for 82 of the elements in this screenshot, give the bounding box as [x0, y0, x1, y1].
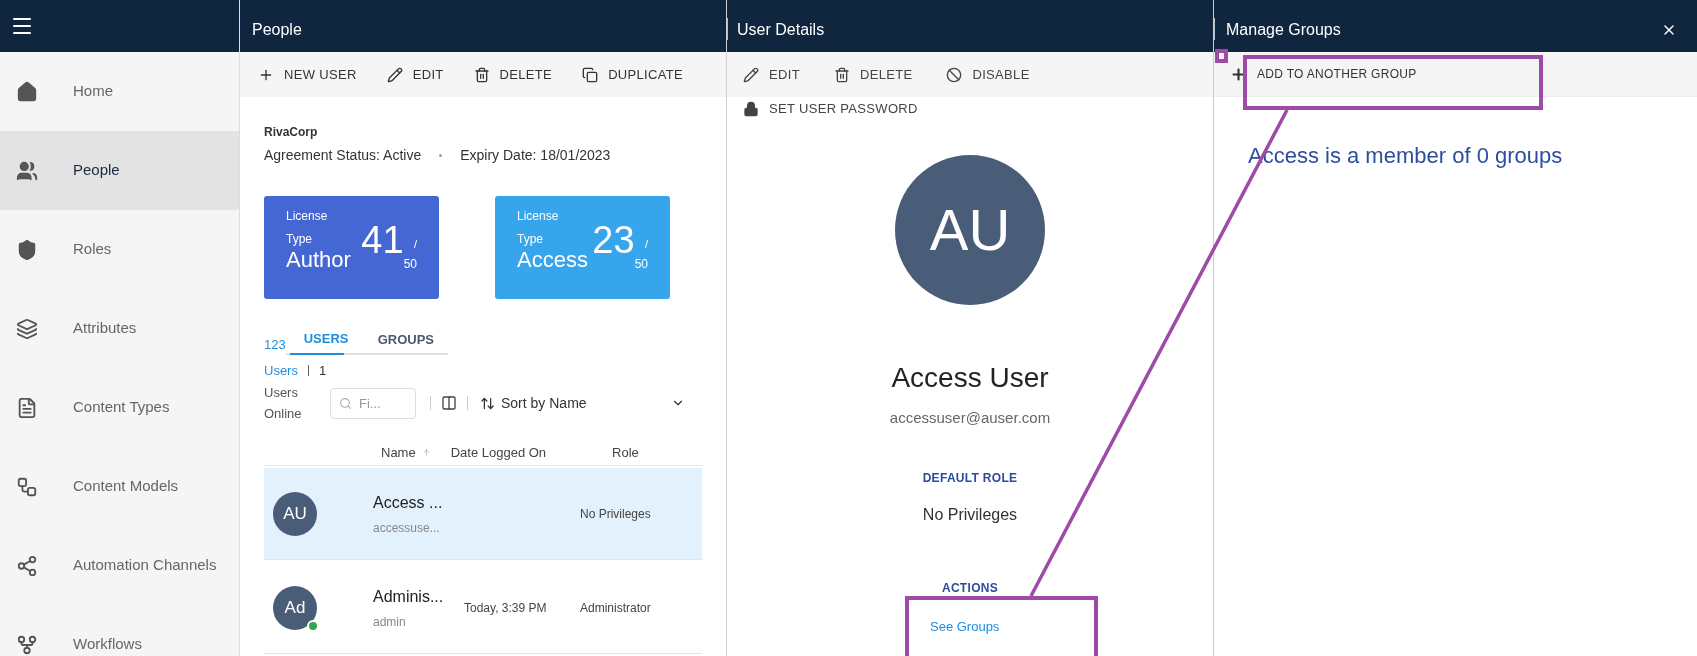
user-count: 123 — [264, 336, 286, 354]
default-role: No Privileges — [922, 505, 1018, 525]
pencil-icon — [386, 66, 403, 83]
action-link[interactable]: See Groups — [930, 617, 1000, 637]
toolbar-button[interactable]: DELETE — [833, 64, 913, 85]
toolbar-button[interactable]: EDIT — [743, 64, 800, 85]
license-count: 23 — [592, 220, 635, 260]
user-name: Access ... — [373, 492, 444, 513]
sort-icon — [480, 395, 495, 411]
tab[interactable]: GROUPS — [363, 329, 448, 355]
shield-check-icon — [16, 238, 38, 261]
panel-title: Manage Groups — [1226, 20, 1341, 40]
organization-name: RivaCorp — [264, 124, 319, 141]
online-count: 1 — [318, 361, 327, 380]
user-avatar: Ad — [273, 585, 317, 630]
user-email: accessuser@auser.com — [889, 407, 1051, 428]
column-header[interactable]: Role — [612, 442, 639, 463]
expiry-date: Expiry Date: 18/01/2023 — [460, 146, 611, 165]
license-label: Type — [517, 231, 544, 247]
license-total: 50 — [403, 256, 417, 272]
nodes-icon — [16, 475, 38, 498]
sidebar-item[interactable]: Home — [0, 52, 239, 131]
trash-icon — [473, 66, 490, 83]
layers-icon — [16, 317, 38, 340]
user-name: Access User — [891, 360, 1049, 395]
search-icon — [339, 396, 352, 410]
section-label: ACTIONS — [941, 580, 999, 597]
copy-icon — [582, 66, 599, 83]
column-header[interactable]: Name — [381, 442, 416, 463]
people-icon — [16, 159, 38, 182]
add-group-button[interactable]: ADD TO ANOTHER GROUP — [1230, 65, 1417, 83]
toolbar-button[interactable]: DUPLICATE — [582, 64, 684, 85]
toolbar-button[interactable]: DELETE — [473, 64, 553, 85]
license-type: Access — [517, 247, 588, 273]
license-label: License — [286, 208, 329, 224]
trash-icon — [833, 66, 850, 83]
ban-icon — [946, 66, 963, 83]
user-email: accessuse... — [373, 519, 441, 537]
pencil-icon — [743, 66, 759, 83]
license-separator: / — [413, 238, 417, 250]
sidebar-item[interactable]: Attributes — [0, 289, 239, 368]
sidebar-item[interactable]: Content Models — [0, 447, 239, 526]
license-label: License — [517, 208, 560, 224]
user-avatar: AU — [895, 154, 1045, 305]
columns-icon[interactable] — [441, 395, 457, 411]
panel-title: User Details — [737, 20, 825, 40]
document-icon — [16, 396, 38, 419]
toolbar-button[interactable]: EDIT — [386, 64, 444, 85]
column-header[interactable]: Date Logged On — [450, 442, 547, 463]
filter-field[interactable]: Fi... — [330, 387, 416, 419]
set-password-button[interactable]: SET USER PASSWORD — [743, 99, 918, 119]
license-total: 50 — [634, 256, 648, 272]
user-avatar: AU — [273, 491, 317, 536]
section-label: DEFAULT ROLE — [922, 470, 1018, 487]
license-count: 41 — [361, 220, 404, 260]
user-role: Administrator — [580, 599, 651, 617]
license-label: Type — [286, 231, 313, 247]
user-email: admin — [373, 613, 407, 631]
panel-title: People — [252, 20, 302, 40]
online-label: Users Online — [264, 384, 303, 423]
license-type: Author — [286, 247, 351, 273]
toolbar-button[interactable]: DISABLE — [946, 64, 1030, 85]
sidebar-item[interactable]: Roles — [0, 210, 239, 289]
home-icon — [16, 80, 38, 103]
sort-dropdown[interactable]: Sort by Name — [480, 392, 685, 414]
user-role: No Privileges — [580, 505, 651, 523]
agreement-status: Agreement Status: Active — [264, 146, 422, 165]
toolbar-button[interactable]: NEW USER — [258, 64, 357, 85]
sidebar-item[interactable]: Automation Channels — [0, 526, 239, 605]
user-name: Adminis... — [373, 586, 445, 607]
sidebar-item[interactable]: Workflows — [0, 605, 239, 656]
users-label: Users — [264, 361, 298, 380]
user-row[interactable]: AU Access ... accessuse... No Privileges — [264, 468, 702, 560]
lock-icon — [743, 100, 759, 117]
license-separator: / — [644, 238, 648, 250]
network-icon — [16, 554, 38, 577]
fork-icon — [16, 633, 38, 656]
sidebar-item[interactable]: People — [0, 131, 239, 210]
sort-arrow-icon — [421, 448, 431, 457]
sidebar-item[interactable]: Content Types — [0, 368, 239, 447]
login-date: Today, 3:39 PM — [464, 600, 547, 615]
annotation-marker — [1215, 49, 1228, 63]
